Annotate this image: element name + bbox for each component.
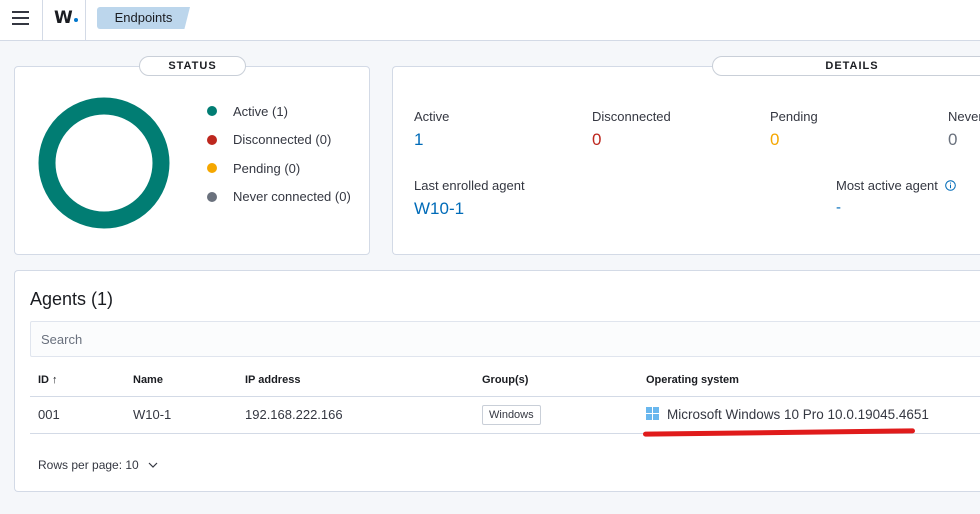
stat-value[interactable]: 0 [770,130,818,150]
stat-value[interactable]: 0 [948,130,980,150]
legend-dot-disconnected [207,134,217,145]
column-header-ip[interactable]: IP address [245,374,300,386]
agents-title: Agents (1) [30,289,114,309]
menu-icon[interactable] [12,11,29,25]
status-donut-chart [38,97,170,229]
stat-value[interactable]: 0 [592,130,671,150]
legend-item-never-connected[interactable]: Never connected (0) [205,183,351,212]
last-enrolled-agent-link[interactable]: W10-1 [414,199,525,219]
legend-item-pending[interactable]: Pending (0) [205,154,351,183]
legend-dot-pending [207,163,217,174]
divider [42,0,43,40]
stat-last-enrolled-agent: Last enrolled agent W10-1 [414,178,525,219]
stat-active: Active 1 [414,109,449,150]
stat-label-row: Most active agent [836,178,956,193]
stat-value[interactable]: 1 [414,130,449,150]
stat-label: Most active agent [836,178,938,193]
divider [30,396,980,397]
stat-label: Disconnected [592,109,671,124]
logo-text: W [54,8,73,28]
legend-label: Pending (0) [233,160,301,176]
column-header-name[interactable]: Name [133,374,163,386]
chevron-down-icon [148,462,158,468]
stat-pending: Pending 0 [770,109,818,150]
top-bar: W Endpoints [0,0,980,41]
app-logo[interactable]: W [54,8,78,28]
donut-segment-active [38,97,170,229]
cell-name: W10-1 [133,407,172,422]
search-box[interactable] [30,321,980,357]
stat-label: Never [948,109,980,124]
info-icon[interactable] [944,180,956,191]
stat-most-active-agent: Most active agent - [836,178,956,216]
column-header-groups[interactable]: Group(s) [482,374,528,386]
legend-item-active[interactable]: Active (1) [205,97,351,126]
cell-os: Microsoft Windows 10 Pro 10.0.19045.4651 [667,407,929,422]
legend-item-disconnected[interactable]: Disconnected (0) [205,126,351,155]
group-badge[interactable]: Windows [482,405,541,425]
details-panel: DETAILS Active 1 Disconnected 0 Pending … [392,56,980,255]
cell-ip: 192.168.222.166 [245,407,343,422]
divider [85,0,86,40]
legend-label: Active (1) [233,103,288,119]
cell-id: 001 [38,407,60,422]
status-panel-title: STATUS [139,56,246,76]
legend-label: Disconnected (0) [233,132,332,148]
status-panel: STATUS Active (1) Disconnected (0) Pendi… [14,56,370,255]
stat-label: Last enrolled agent [414,178,525,193]
stat-value: - [836,199,841,216]
legend-dot-never-connected [207,191,217,202]
stat-label: Active [414,109,450,124]
rows-per-page-label: Rows per page: 10 [38,458,139,472]
details-panel-title: DETAILS [712,56,980,76]
legend-dot-active [207,106,217,117]
column-header-os[interactable]: Operating system [646,374,739,386]
stat-disconnected: Disconnected 0 [592,109,671,150]
breadcrumb-endpoints[interactable]: Endpoints [97,7,190,29]
legend-label: Never connected (0) [233,189,351,205]
annotation-underline [642,428,916,437]
agents-panel: Agents (1) ID ↑ Name IP address Group(s)… [14,270,980,492]
rows-per-page-select[interactable]: Rows per page: 10 [38,458,158,472]
windows-icon [646,407,660,421]
stat-never-connected: Never 0 [948,109,980,150]
stat-label: Pending [770,109,818,124]
column-header-id[interactable]: ID ↑ [38,374,58,386]
search-input[interactable] [31,322,980,356]
status-legend: Active (1) Disconnected (0) Pending (0) … [205,97,351,211]
